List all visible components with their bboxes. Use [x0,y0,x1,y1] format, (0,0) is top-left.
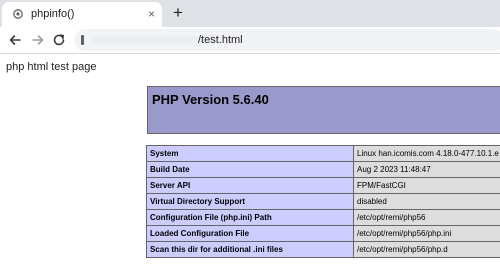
page-heading: php html test page [6,61,97,73]
row-value: /etc/opt/remi/php56/php.ini [353,225,500,242]
table-row: Virtual Directory Support disabled [146,193,500,210]
tab-title: phpinfo() [31,8,75,20]
php-version-banner: PHP Version 5.6.40 [147,86,500,134]
table-row: Build Date Aug 2 2023 11:48:47 [146,161,500,178]
php-version-title: PHP Version 5.6.40 [152,92,269,107]
row-value: /etc/opt/remi/php56 [353,209,500,226]
page-content: php html test page PHP Version 5.6.40 Sy… [0,54,500,266]
globe-icon [13,9,23,19]
table-row: Server API FPM/FastCGI [146,177,500,194]
forward-arrow-icon[interactable] [30,32,46,48]
close-icon[interactable]: × [148,7,155,21]
table-row: Loaded Configuration File /etc/opt/remi/… [146,225,500,242]
table-row: System Linux han.icomis.com 4.18.0-477.1… [146,145,500,162]
table-row: Configuration File (php.ini) Path /etc/o… [146,209,500,226]
row-value: Linux han.icomis.com 4.18.0-477.10.1.e [353,145,500,162]
row-key: Build Date [146,161,354,178]
row-key: System [146,145,354,162]
back-arrow-icon[interactable] [7,32,23,48]
address-bar[interactable]: /test.html [74,29,500,51]
table-row: Scan this dir for additional .ini files … [146,241,500,258]
site-info-icon[interactable] [81,35,84,45]
row-key: Server API [146,177,354,194]
tab-strip: phpinfo() × + [0,0,500,27]
row-key: Virtual Directory Support [146,193,354,210]
row-value: disabled [353,193,500,210]
url-redacted [92,36,202,44]
row-key: Scan this dir for additional .ini files [146,241,354,258]
row-value: Aug 2 2023 11:48:47 [353,161,500,178]
php-info-table: System Linux han.icomis.com 4.18.0-477.1… [146,145,500,258]
new-tab-button[interactable]: + [173,3,183,23]
row-value: FPM/FastCGI [353,177,500,194]
browser-toolbar: /test.html [0,27,500,53]
row-key: Loaded Configuration File [146,225,354,242]
url-text: /test.html [198,34,243,46]
browser-tab[interactable]: phpinfo() × [2,2,162,27]
row-value: /etc/opt/remi/php56/php.d [353,241,500,258]
reload-icon[interactable] [51,32,67,48]
row-key: Configuration File (php.ini) Path [146,209,354,226]
